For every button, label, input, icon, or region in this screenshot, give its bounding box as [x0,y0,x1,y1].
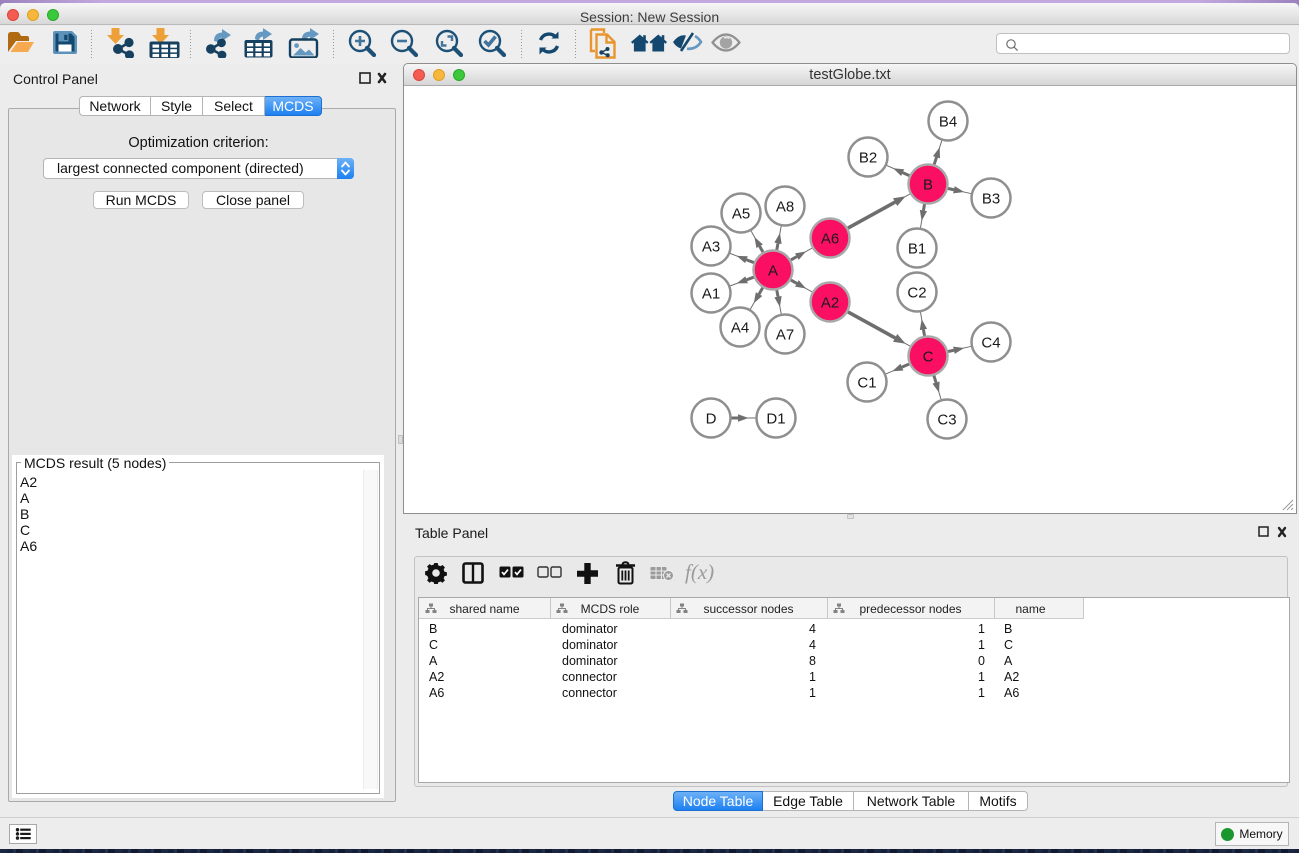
svg-text:B3: B3 [982,190,1000,207]
svg-text:D: D [706,410,717,427]
svg-text:B4: B4 [939,113,957,130]
svg-text:A3: A3 [702,238,720,255]
svg-text:D1: D1 [766,410,785,427]
svg-text:B1: B1 [908,240,926,257]
svg-text:C3: C3 [937,411,956,428]
svg-text:A7: A7 [776,326,794,343]
svg-text:B2: B2 [859,149,877,166]
svg-text:A8: A8 [776,198,794,215]
svg-text:B: B [923,176,933,193]
svg-text:C4: C4 [981,334,1000,351]
svg-text:C: C [923,348,934,365]
svg-text:A2: A2 [821,294,839,311]
svg-text:C1: C1 [857,374,876,391]
svg-text:A5: A5 [732,205,750,222]
svg-text:C2: C2 [907,284,926,301]
svg-text:A1: A1 [702,285,720,302]
svg-text:A6: A6 [821,230,839,247]
svg-text:A4: A4 [731,319,749,336]
svg-text:A: A [768,262,778,279]
